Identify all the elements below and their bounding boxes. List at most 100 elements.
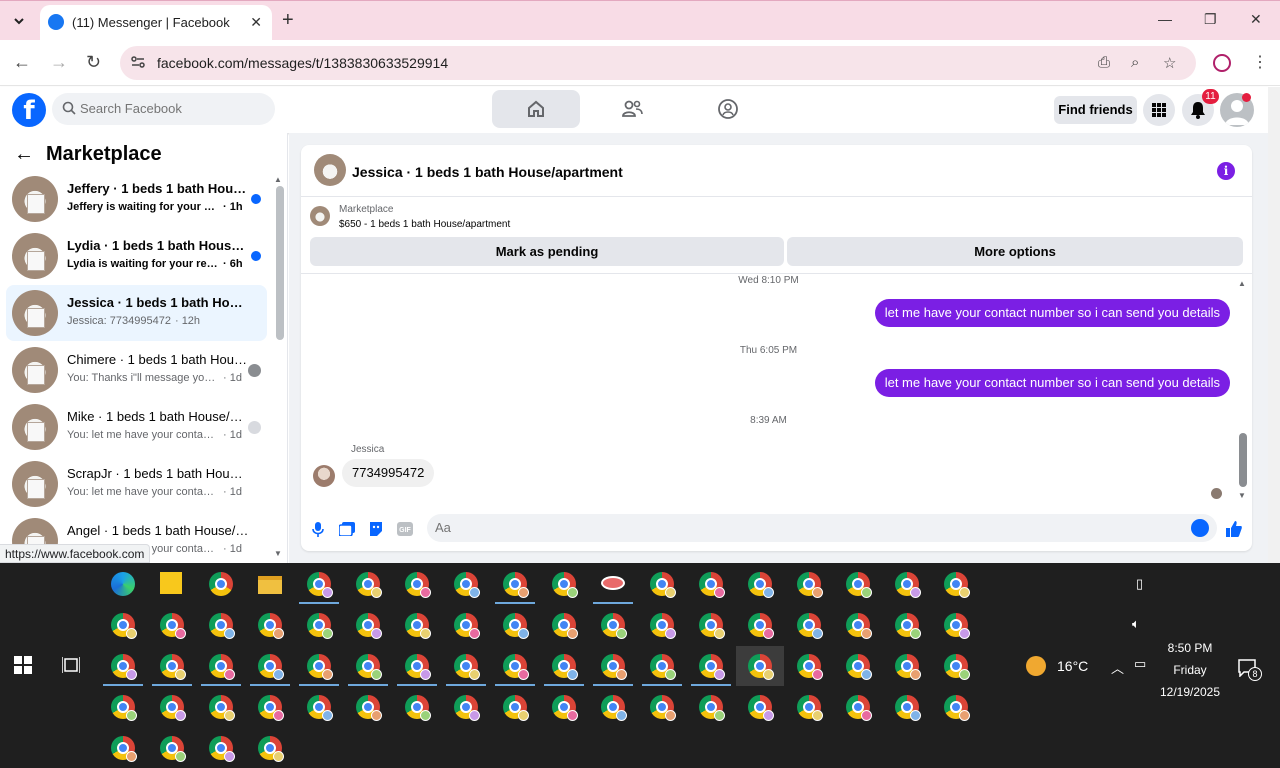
chrome-icon[interactable] <box>454 654 480 680</box>
taskbar-clock[interactable]: 8:50 PM Friday 12/19/2025 <box>1152 637 1228 703</box>
conversation-item[interactable]: Lydia · 1 beds 1 bath House/apartment Ly… <box>6 228 267 284</box>
chrome-icon[interactable] <box>307 695 333 721</box>
chrome-icon[interactable] <box>944 695 970 721</box>
chat-title[interactable]: Jessica · 1 beds 1 bath House/apartment <box>352 164 623 180</box>
sender-avatar[interactable] <box>313 465 335 487</box>
chrome-icon[interactable] <box>405 654 431 680</box>
chrome-icon[interactable] <box>552 613 578 639</box>
chrome-menu-icon[interactable]: ⋮ <box>1252 52 1268 72</box>
volume-icon[interactable]: 🔈︎ <box>1132 616 1140 632</box>
chrome-icon[interactable] <box>797 695 823 721</box>
edge-icon[interactable] <box>111 572 137 598</box>
chrome-icon[interactable] <box>846 695 872 721</box>
facebook-logo-icon[interactable]: f <box>12 93 46 127</box>
close-window-button[interactable]: ✕ <box>1250 11 1262 28</box>
scroll-thumb[interactable] <box>1239 433 1247 487</box>
chrome-icon[interactable] <box>454 613 480 639</box>
scroll-up-arrow[interactable]: ▲ <box>1238 279 1246 288</box>
chrome-icon[interactable] <box>944 654 970 680</box>
message-input[interactable] <box>435 520 1175 535</box>
chrome-icon[interactable] <box>356 572 382 598</box>
thumbs-up-icon[interactable] <box>1225 520 1243 538</box>
chrome-icon[interactable] <box>944 613 970 639</box>
conversation-item[interactable]: Chimere · 1 beds 1 bath House/apartment … <box>6 342 267 398</box>
chrome-icon[interactable] <box>111 695 137 721</box>
chrome-icon[interactable] <box>111 736 137 762</box>
chrome-icon[interactable] <box>552 695 578 721</box>
page-scrollbar[interactable] <box>1268 87 1280 563</box>
incoming-message[interactable]: 7734995472 <box>342 459 435 487</box>
chrome-icon[interactable] <box>552 572 578 598</box>
chrome-icon[interactable] <box>895 654 921 680</box>
chrome-icon[interactable] <box>307 613 333 639</box>
back-button[interactable]: ← <box>13 52 31 72</box>
chrome-icon[interactable] <box>699 654 725 680</box>
sidebar-scroll-up[interactable]: ▲ <box>274 175 282 184</box>
tab-search-button[interactable] <box>6 9 32 33</box>
chrome-icon[interactable] <box>748 695 774 721</box>
nav-home[interactable] <box>492 90 580 128</box>
windows-start-icon[interactable] <box>14 656 32 674</box>
chrome-icon[interactable] <box>846 654 872 680</box>
network-icon[interactable]: ▭ <box>1134 656 1146 672</box>
tray-overflow-icon[interactable]: ︿ <box>1111 658 1124 677</box>
more-options-button[interactable]: More options <box>787 237 1243 266</box>
outgoing-message[interactable]: let me have your contact number so i can… <box>874 369 1230 397</box>
chrome-icon[interactable] <box>699 695 725 721</box>
emoji-icon[interactable] <box>1191 519 1209 537</box>
menu-button[interactable] <box>1143 94 1175 126</box>
chrome-icon[interactable] <box>258 695 284 721</box>
sticky-notes-icon[interactable] <box>160 572 186 598</box>
info-icon[interactable]: i <box>1217 162 1235 180</box>
conversation-item-active[interactable]: Jessica · 1 beds 1 bath House/apartment … <box>6 285 267 341</box>
nav-groups[interactable] <box>684 90 772 128</box>
chrome-icon[interactable] <box>160 613 186 639</box>
message-input-box[interactable] <box>427 514 1217 542</box>
chrome-icon[interactable] <box>258 736 284 762</box>
chrome-icon[interactable] <box>454 695 480 721</box>
chrome-icon[interactable] <box>209 613 235 639</box>
nav-friends[interactable] <box>588 90 676 128</box>
bookmark-star-icon[interactable]: ☆ <box>1163 54 1176 72</box>
chrome-icon[interactable] <box>650 695 676 721</box>
chrome-icon[interactable] <box>552 654 578 680</box>
search-input[interactable] <box>80 101 260 116</box>
chrome-icon[interactable] <box>503 572 529 598</box>
chrome-icon[interactable] <box>748 572 774 598</box>
tab-close-icon[interactable]: ✕ <box>250 14 262 31</box>
chrome-icon[interactable] <box>503 695 529 721</box>
chrome-icon[interactable] <box>160 736 186 762</box>
outgoing-message[interactable]: let me have your contact number so i can… <box>874 299 1230 327</box>
chrome-icon[interactable] <box>405 572 431 598</box>
forward-button[interactable]: → <box>50 52 68 72</box>
chrome-icon[interactable] <box>503 654 529 680</box>
site-settings-icon[interactable] <box>130 54 146 70</box>
new-tab-button[interactable]: + <box>282 10 294 30</box>
chrome-icon[interactable] <box>601 613 627 639</box>
browser-tab-messenger[interactable]: (11) Messenger | Facebook ✕ <box>40 5 272 41</box>
chrome-icon[interactable] <box>699 613 725 639</box>
install-app-icon[interactable]: ⎙ <box>1098 54 1110 71</box>
facebook-search[interactable] <box>52 93 275 125</box>
chrome-icon[interactable] <box>258 613 284 639</box>
chrome-icon[interactable] <box>895 613 921 639</box>
task-view-icon[interactable] <box>62 656 80 674</box>
microphone-icon[interactable] <box>309 520 327 538</box>
chrome-icon[interactable] <box>503 613 529 639</box>
chrome-icon[interactable] <box>356 695 382 721</box>
reload-button[interactable]: ↻ <box>86 52 101 72</box>
chrome-icon[interactable] <box>111 613 137 639</box>
conversation-item[interactable]: ScrapJr · 1 beds 1 bath House/apartment … <box>6 456 267 512</box>
back-arrow-icon[interactable]: ← <box>14 143 34 166</box>
chrome-icon[interactable] <box>601 695 627 721</box>
chrome-icon[interactable] <box>650 572 676 598</box>
restore-button[interactable]: ❐ <box>1204 11 1217 28</box>
scroll-down-arrow[interactable]: ▼ <box>1238 491 1246 500</box>
chrome-icon[interactable] <box>650 613 676 639</box>
chrome-icon[interactable] <box>601 654 627 680</box>
chrome-icon[interactable] <box>797 572 823 598</box>
chrome-icon[interactable] <box>797 613 823 639</box>
chrome-icon[interactable] <box>944 572 970 598</box>
chrome-icon[interactable] <box>356 654 382 680</box>
chrome-icon[interactable] <box>307 654 333 680</box>
